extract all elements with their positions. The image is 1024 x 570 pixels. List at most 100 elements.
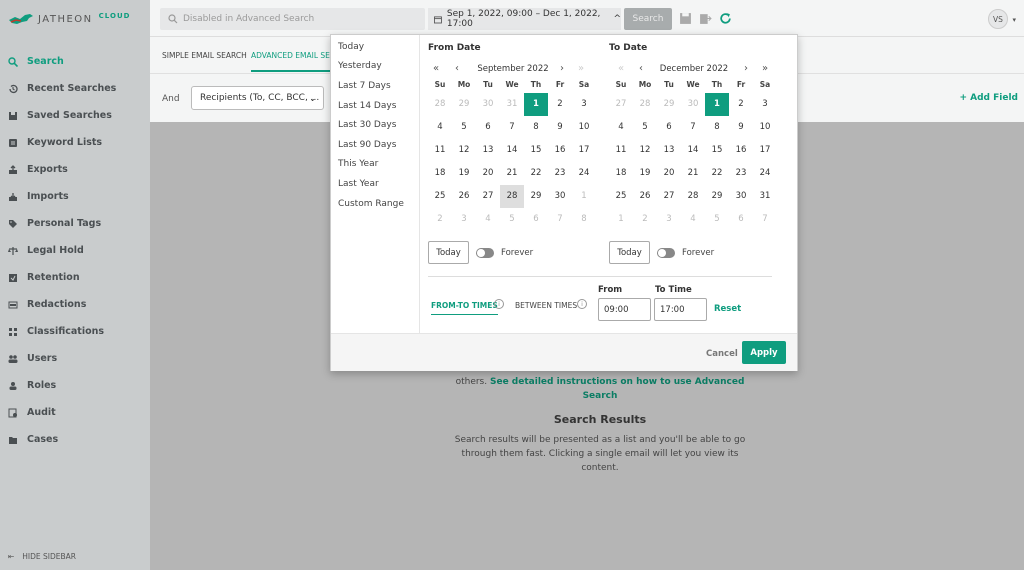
day-cell[interactable]: 19 xyxy=(633,162,657,185)
preset-last-14-days[interactable]: Last 14 Days xyxy=(331,96,419,116)
day-cell[interactable]: 16 xyxy=(729,139,753,162)
day-cell[interactable]: 8 xyxy=(524,116,548,139)
add-field-button[interactable]: + Add Field xyxy=(959,93,1018,103)
day-cell[interactable]: 6 xyxy=(657,116,681,139)
day-cell[interactable]: 8 xyxy=(572,208,596,231)
from-forever-toggle[interactable] xyxy=(476,247,494,258)
day-cell[interactable]: 5 xyxy=(705,208,729,231)
day-cell[interactable]: 2 xyxy=(633,208,657,231)
day-cell[interactable]: 24 xyxy=(572,162,596,185)
save-search-icon[interactable] xyxy=(679,12,692,25)
day-cell[interactable]: 1 xyxy=(609,208,633,231)
day-cell[interactable]: 6 xyxy=(729,208,753,231)
day-cell[interactable]: 2 xyxy=(729,93,753,116)
day-cell[interactable]: 15 xyxy=(524,139,548,162)
day-cell[interactable]: 14 xyxy=(500,139,524,162)
preset-last-90-days[interactable]: Last 90 Days xyxy=(331,135,419,155)
day-cell[interactable]: 4 xyxy=(681,208,705,231)
day-cell[interactable]: 23 xyxy=(548,162,572,185)
selected-day[interactable]: 1 xyxy=(705,93,729,116)
sidebar-item-retention[interactable]: Retention xyxy=(0,264,150,291)
day-cell[interactable]: 29 xyxy=(657,93,681,116)
sidebar-item-classifications[interactable]: Classifications xyxy=(0,318,150,345)
to-time-input[interactable]: 17:00 xyxy=(654,298,707,321)
day-cell[interactable]: 15 xyxy=(705,139,729,162)
chevron-down-icon[interactable]: ▾ xyxy=(1012,16,1016,24)
date-range-picker[interactable]: Sep 1, 2022, 09:00 – Dec 1, 2022, 17:00 … xyxy=(428,8,621,30)
day-cell[interactable]: 10 xyxy=(572,116,596,139)
day-cell[interactable]: 2 xyxy=(548,93,572,116)
next-month-icon[interactable]: › xyxy=(560,63,564,74)
sidebar-item-legal-hold[interactable]: Legal Hold xyxy=(0,237,150,264)
day-cell[interactable]: 17 xyxy=(753,139,777,162)
day-cell[interactable]: 18 xyxy=(609,162,633,185)
day-cell[interactable]: 23 xyxy=(729,162,753,185)
tab-between-times[interactable]: BETWEEN TIMES xyxy=(515,301,577,310)
refresh-icon[interactable] xyxy=(719,12,732,25)
preset-last-30-days[interactable]: Last 30 Days xyxy=(331,115,419,135)
preset-this-year[interactable]: This Year xyxy=(331,155,419,175)
from-today-button[interactable]: Today xyxy=(428,241,469,264)
day-cell[interactable]: 31 xyxy=(753,185,777,208)
sidebar-item-roles[interactable]: Roles xyxy=(0,372,150,399)
sidebar-item-personal-tags[interactable]: Personal Tags xyxy=(0,210,150,237)
sidebar-item-imports[interactable]: Imports xyxy=(0,183,150,210)
day-cell[interactable]: 20 xyxy=(657,162,681,185)
day-cell[interactable]: 8 xyxy=(705,116,729,139)
sidebar-item-recent-searches[interactable]: Recent Searches xyxy=(0,75,150,102)
day-cell[interactable]: 22 xyxy=(524,162,548,185)
day-cell[interactable]: 11 xyxy=(428,139,452,162)
day-cell[interactable]: 29 xyxy=(452,93,476,116)
day-cell[interactable]: 20 xyxy=(476,162,500,185)
day-cell[interactable]: 17 xyxy=(572,139,596,162)
next-year-icon[interactable]: » xyxy=(578,63,584,74)
day-cell[interactable]: 28 xyxy=(633,93,657,116)
day-cell[interactable]: 13 xyxy=(476,139,500,162)
day-cell[interactable]: 30 xyxy=(681,93,705,116)
day-cell[interactable]: 26 xyxy=(633,185,657,208)
day-cell[interactable]: 4 xyxy=(476,208,500,231)
day-cell[interactable]: 12 xyxy=(452,139,476,162)
day-cell[interactable]: 27 xyxy=(657,185,681,208)
day-cell[interactable]: 25 xyxy=(428,185,452,208)
apply-button[interactable]: Apply xyxy=(742,341,786,364)
day-cell[interactable]: 5 xyxy=(452,116,476,139)
preset-last-year[interactable]: Last Year xyxy=(331,174,419,194)
cancel-button[interactable]: Cancel xyxy=(706,349,738,359)
day-cell[interactable]: 26 xyxy=(452,185,476,208)
info-icon[interactable]: i xyxy=(494,299,504,309)
hide-sidebar-button[interactable]: ⇤ HIDE SIDEBAR xyxy=(8,552,76,561)
sidebar-item-cases[interactable]: Cases xyxy=(0,426,150,453)
day-cell[interactable]: 13 xyxy=(657,139,681,162)
preset-last-7-days[interactable]: Last 7 Days xyxy=(331,76,419,96)
day-cell[interactable]: 27 xyxy=(476,185,500,208)
day-cell[interactable]: 29 xyxy=(705,185,729,208)
sidebar-item-search[interactable]: Search xyxy=(0,48,150,75)
day-cell[interactable]: 28 xyxy=(428,93,452,116)
info-icon[interactable]: i xyxy=(577,299,587,309)
day-cell[interactable]: 6 xyxy=(524,208,548,231)
sidebar-item-redactions[interactable]: Redactions xyxy=(0,291,150,318)
reset-button[interactable]: Reset xyxy=(714,304,741,314)
day-cell[interactable]: 5 xyxy=(633,116,657,139)
user-avatar[interactable]: VS xyxy=(988,9,1008,29)
day-cell[interactable]: 7 xyxy=(548,208,572,231)
next-year-icon[interactable]: » xyxy=(762,63,768,74)
day-cell[interactable]: 30 xyxy=(729,185,753,208)
preset-yesterday[interactable]: Yesterday xyxy=(331,57,419,77)
brand-logo[interactable]: JATHEON CLOUD xyxy=(8,8,130,30)
day-cell[interactable]: 18 xyxy=(428,162,452,185)
day-cell[interactable]: 4 xyxy=(609,116,633,139)
day-cell[interactable]: 14 xyxy=(681,139,705,162)
day-cell[interactable]: 1 xyxy=(572,185,596,208)
day-cell[interactable]: 19 xyxy=(452,162,476,185)
day-cell[interactable]: 10 xyxy=(753,116,777,139)
day-cell[interactable]: 3 xyxy=(753,93,777,116)
day-cell[interactable]: 7 xyxy=(753,208,777,231)
sidebar-item-users[interactable]: Users xyxy=(0,345,150,372)
day-cell[interactable]: 27 xyxy=(609,93,633,116)
day-cell[interactable]: 28 xyxy=(500,185,524,208)
sidebar-item-audit[interactable]: Audit xyxy=(0,399,150,426)
day-cell[interactable]: 16 xyxy=(548,139,572,162)
day-cell[interactable]: 12 xyxy=(633,139,657,162)
